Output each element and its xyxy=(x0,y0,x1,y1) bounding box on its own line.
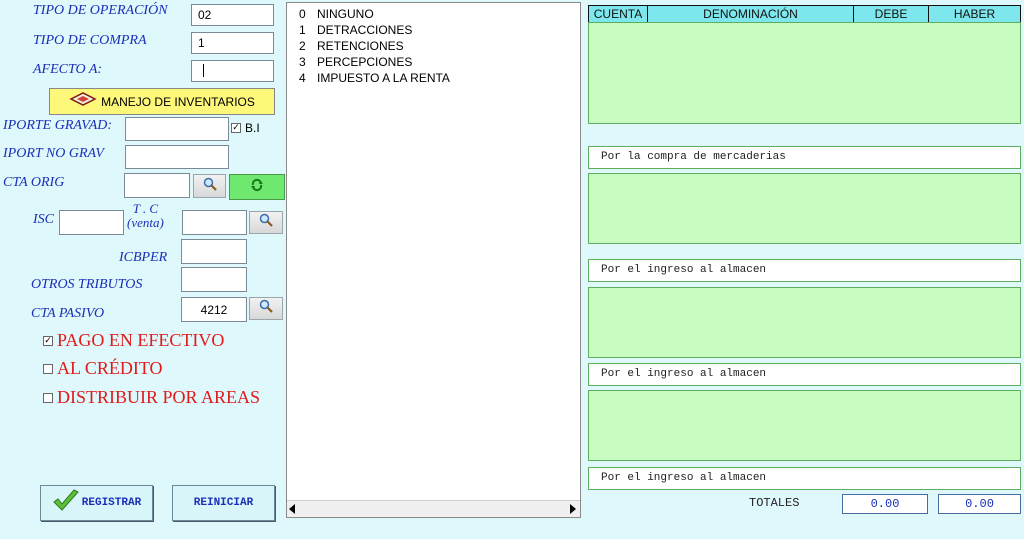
distribuir-checkbox[interactable]: DISTRIBUIR POR AREAS xyxy=(43,387,260,408)
magnifier-icon xyxy=(259,299,273,318)
otros-tributos-input[interactable] xyxy=(181,267,247,292)
description-field-1[interactable]: Por la compra de mercaderias xyxy=(588,146,1021,169)
registrar-label: REGISTRAR xyxy=(81,497,142,509)
reiniciar-button[interactable]: REINICIAR xyxy=(172,485,275,521)
al-credito-checkbox[interactable]: AL CRÉDITO xyxy=(43,358,163,379)
totales-label: TOTALES xyxy=(749,496,800,510)
bi-label: B.I xyxy=(245,121,260,135)
header-cuenta: CUENTA xyxy=(589,6,648,22)
isc-input[interactable] xyxy=(59,210,124,235)
list-item[interactable]: 2 RETENCIONES xyxy=(299,38,580,54)
entries-grid-2[interactable] xyxy=(588,173,1021,244)
bi-checkmark-icon: ✓ xyxy=(231,123,241,133)
manejo-inventarios-label: MANEJO DE INVENTARIOS xyxy=(101,94,255,109)
distribuir-label: DISTRIBUIR POR AREAS xyxy=(57,387,261,407)
entries-grid-4[interactable] xyxy=(588,390,1021,461)
cta-orig-label: CTA ORIG xyxy=(3,175,65,190)
refresh-icon xyxy=(250,178,264,197)
checkmark-icon: ✓ xyxy=(43,335,53,346)
afecto-label: AFECTO A: xyxy=(33,62,103,77)
icbper-input[interactable] xyxy=(181,239,247,264)
pago-efectivo-checkbox[interactable]: ✓ PAGO EN EFECTIVO xyxy=(43,330,224,351)
refresh-button[interactable] xyxy=(229,174,285,200)
header-debe: DEBE xyxy=(854,6,929,22)
empty-checkbox-icon xyxy=(43,392,53,403)
retention-type-list[interactable]: 0 NINGUNO 1 DETRACCIONES 2 RETENCIONES 3 PER… xyxy=(286,2,581,518)
cta-orig-input[interactable] xyxy=(124,173,190,198)
tc-input[interactable] xyxy=(182,210,247,235)
pago-efectivo-label: PAGO EN EFECTIVO xyxy=(57,330,225,350)
scroll-right-icon[interactable] xyxy=(570,504,576,514)
tipo-operacion-input[interactable] xyxy=(191,4,274,26)
tipo-compra-label: TIPO DE COMPRA xyxy=(33,33,147,48)
checkmark-icon xyxy=(52,488,80,518)
cta-pasivo-label: CTA PASIVO xyxy=(31,306,105,321)
importe-gravado-input[interactable] xyxy=(125,117,229,141)
tc-label: T . C (venta) xyxy=(127,202,164,230)
icbper-label: ICBPER xyxy=(119,250,168,265)
importe-gravado-label: IPORTE GRAVAD: xyxy=(3,118,113,133)
text-cursor xyxy=(203,64,204,77)
scroll-left-icon[interactable] xyxy=(289,504,295,514)
list-item[interactable]: 1 DETRACCIONES xyxy=(299,22,580,38)
description-field-4[interactable]: Por el ingreso al almacen xyxy=(588,467,1021,490)
entries-grid-1[interactable] xyxy=(588,22,1021,124)
isc-label: ISC xyxy=(33,212,54,227)
tc-search-button[interactable] xyxy=(249,211,283,234)
registrar-button[interactable]: REGISTRAR xyxy=(40,485,153,521)
tc-label-line2: (venta) xyxy=(127,215,164,230)
accounts-table-header: CUENTA DENOMINACIÓN DEBE HABER xyxy=(588,5,1021,22)
tc-label-line1: T . C xyxy=(132,201,159,216)
list-item[interactable]: 0 NINGUNO xyxy=(299,6,580,22)
list-item[interactable]: 4 IMPUESTO A LA RENTA xyxy=(299,70,580,86)
magnifier-icon xyxy=(259,213,273,232)
al-credito-label: AL CRÉDITO xyxy=(57,358,163,378)
manejo-inventarios-button[interactable]: MANEJO DE INVENTARIOS xyxy=(49,88,275,115)
empty-checkbox-icon xyxy=(43,363,53,374)
header-haber: HABER xyxy=(929,6,1020,22)
otros-tributos-label: OTROS TRIBUTOS xyxy=(31,277,143,292)
description-field-2[interactable]: Por el ingreso al almacen xyxy=(588,259,1021,282)
inventory-icon xyxy=(69,92,97,111)
importe-no-grav-input[interactable] xyxy=(125,145,229,169)
list-item[interactable]: 3 PERCEPCIONES xyxy=(299,54,580,70)
tipo-compra-input[interactable] xyxy=(191,32,274,54)
cta-orig-search-button[interactable] xyxy=(193,174,226,198)
entries-grid-3[interactable] xyxy=(588,287,1021,358)
reiniciar-label: REINICIAR xyxy=(193,497,254,509)
magnifier-icon xyxy=(203,177,217,196)
tipo-operacion-label: TIPO DE OPERACIÓN xyxy=(33,3,168,18)
cta-pasivo-input[interactable] xyxy=(181,297,247,322)
description-field-3[interactable]: Por el ingreso al almacen xyxy=(588,363,1021,386)
header-denominacion: DENOMINACIÓN xyxy=(648,6,854,22)
cta-pasivo-search-button[interactable] xyxy=(249,297,283,320)
horizontal-scrollbar[interactable] xyxy=(287,500,580,517)
importe-no-grav-label: IPORT NO GRAV xyxy=(3,146,104,161)
total-haber: 0.00 xyxy=(938,494,1021,514)
total-debe: 0.00 xyxy=(842,494,928,514)
bi-checkbox[interactable]: ✓ B.I xyxy=(231,121,260,135)
